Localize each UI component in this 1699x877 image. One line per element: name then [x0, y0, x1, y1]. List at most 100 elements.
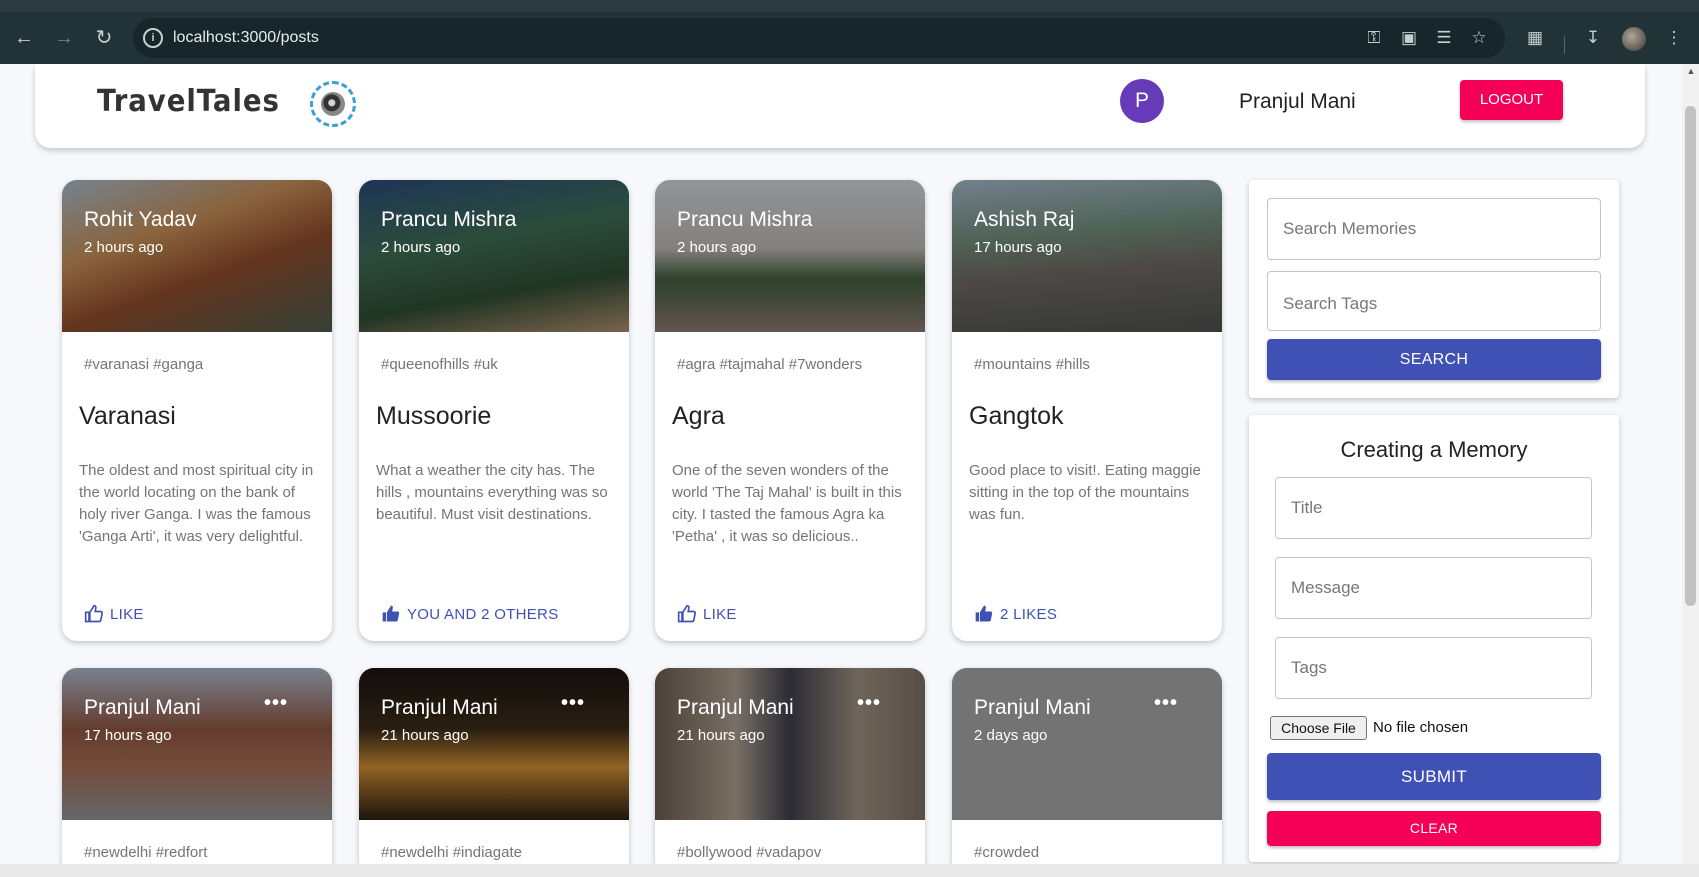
post-tags: #newdelhi #indiagate — [381, 844, 522, 861]
post-message: Good place to visit!. Eating maggie sitt… — [969, 462, 1201, 523]
tags-placeholder: Tags — [1291, 658, 1327, 677]
username: Pranjul Mani — [1239, 90, 1356, 113]
like-label: YOU AND 2 OTHERS — [407, 605, 559, 623]
post-author: Pranjul Mani — [381, 696, 498, 719]
logout-button[interactable]: LOGOUT — [1460, 80, 1563, 120]
post-title: Varanasi — [79, 402, 176, 430]
forward-icon[interactable]: → — [50, 24, 78, 52]
post-author: Prancu Mishra — [677, 208, 813, 231]
like-label: LIKE — [110, 605, 144, 623]
post-time: 2 hours ago — [84, 239, 164, 256]
window-bottom-strip — [0, 864, 1699, 877]
search-panel: Search Memories Search Tags SEARCH — [1249, 180, 1619, 398]
more-options-icon[interactable]: ••• — [857, 692, 881, 715]
post-card: Prancu Mishra 2 hours ago #agra #tajmaha… — [655, 180, 925, 641]
title-placeholder: Title — [1291, 498, 1323, 517]
tags-input[interactable]: Tags — [1275, 637, 1592, 699]
search-button[interactable]: SEARCH — [1267, 339, 1601, 380]
post-message: What a weather the city has. The hills ,… — [376, 462, 608, 523]
post-tags: #bollywood #vadapov — [677, 844, 822, 861]
like-label: LIKE — [703, 605, 737, 623]
post-author: Rohit Yadav — [84, 208, 197, 231]
post-author: Pranjul Mani — [677, 696, 794, 719]
search-tags-input[interactable]: Search Tags — [1267, 271, 1601, 331]
post-time: 21 hours ago — [381, 727, 469, 744]
toolbar-divider — [1564, 36, 1565, 54]
search-memories-input[interactable]: Search Memories — [1267, 198, 1601, 260]
post-time: 21 hours ago — [677, 727, 765, 744]
post-card: Pranjul Mani 17 hours ago ••• #newdelhi … — [62, 668, 332, 877]
form-heading: Creating a Memory — [1340, 437, 1528, 462]
message-placeholder: Message — [1291, 578, 1360, 597]
avatar: P — [1120, 79, 1164, 123]
post-tags: #crowded — [974, 844, 1040, 861]
post-tags: #varanasi #ganga — [84, 356, 204, 373]
like-button[interactable]: LIKE — [84, 604, 144, 624]
search-tags-placeholder: Search Tags — [1283, 294, 1378, 313]
address-bar[interactable]: i localhost:3000/posts — [133, 18, 1505, 58]
title-input[interactable]: Title — [1275, 477, 1592, 539]
more-options-icon[interactable]: ••• — [561, 692, 585, 715]
thumb-up-icon — [382, 605, 400, 622]
back-icon[interactable]: ← — [10, 24, 38, 52]
more-options-icon[interactable]: ••• — [264, 692, 288, 715]
like-button[interactable]: LIKE — [677, 604, 737, 624]
window-top-strip — [0, 0, 1699, 12]
key-icon[interactable]: ⚿ — [1361, 24, 1387, 52]
browser-toolbar: ← → ↻ i localhost:3000/posts ⚿ ▣ ☰ ☆ ▦ ↧… — [0, 12, 1699, 64]
like-label: 2 LIKES — [1000, 605, 1058, 623]
post-author: Pranjul Mani — [84, 696, 201, 719]
post-time: 2 days ago — [974, 727, 1048, 744]
profile-icon[interactable] — [1622, 27, 1646, 51]
post-time: 2 hours ago — [677, 239, 757, 256]
post-card: Pranjul Mani 21 hours ago ••• #bollywood… — [655, 668, 925, 877]
post-tags: #mountains #hills — [974, 356, 1090, 373]
like-button[interactable]: 2 LIKES — [974, 604, 1057, 624]
post-message: The oldest and most spiritual city in th… — [79, 462, 314, 545]
scroll-up-arrow-icon[interactable]: ▲ — [1684, 66, 1698, 80]
post-card: Pranjul Mani 21 hours ago ••• #newdelhi … — [359, 668, 629, 877]
star-icon[interactable]: ☆ — [1466, 24, 1492, 52]
post-title: Agra — [672, 402, 725, 430]
post-author: Prancu Mishra — [381, 208, 517, 231]
extensions-icon[interactable]: ▦ — [1522, 24, 1548, 52]
post-title: Gangtok — [969, 402, 1064, 430]
site-info-icon[interactable]: i — [143, 28, 163, 48]
create-memory-form: Creating a Memory Title Message Tags Cho… — [1249, 415, 1619, 862]
choose-file-button[interactable]: Choose File — [1270, 716, 1367, 740]
post-card: Ashish Raj 17 hours ago #mountains #hill… — [952, 180, 1222, 641]
camera-lens-icon — [310, 81, 356, 127]
message-input[interactable]: Message — [1275, 557, 1592, 619]
translate-icon[interactable]: ☰ — [1431, 24, 1457, 52]
post-message: One of the seven wonders of the world 'T… — [672, 462, 902, 545]
post-author: Pranjul Mani — [974, 696, 1091, 719]
scrollbar-thumb[interactable] — [1685, 106, 1696, 606]
post-tags: #agra #tajmahal #7wonders — [677, 356, 863, 373]
post-title: Mussoorie — [376, 402, 492, 430]
post-card: Pranjul Mani 2 days ago ••• #crowded — [952, 668, 1222, 877]
post-time: 17 hours ago — [974, 239, 1062, 256]
submit-button[interactable]: SUBMIT — [1267, 753, 1601, 800]
post-tags: #newdelhi #redfort — [84, 844, 208, 861]
brand-title[interactable]: TravelTales — [97, 84, 280, 119]
app-header: TravelTales P Pranjul Mani LOGOUT — [35, 64, 1645, 148]
post-time: 17 hours ago — [84, 727, 172, 744]
file-status: No file chosen — [1373, 719, 1469, 736]
menu-icon[interactable]: ⋮ — [1661, 24, 1687, 52]
post-author: Ashish Raj — [974, 208, 1075, 231]
thumb-up-icon — [975, 605, 993, 622]
search-memories-placeholder: Search Memories — [1283, 219, 1417, 238]
more-options-icon[interactable]: ••• — [1154, 692, 1178, 715]
post-card: Rohit Yadav 2 hours ago #varanasi #ganga… — [62, 180, 332, 641]
clear-button[interactable]: CLEAR — [1267, 811, 1601, 846]
url-text[interactable]: localhost:3000/posts — [173, 29, 319, 47]
post-card: Prancu Mishra 2 hours ago #queenofhills … — [359, 180, 629, 641]
install-icon[interactable]: ▣ — [1396, 24, 1422, 52]
post-tags: #queenofhills #uk — [381, 356, 498, 373]
reload-icon[interactable]: ↻ — [90, 24, 118, 52]
thumb-up-outline-icon — [677, 604, 697, 623]
like-button[interactable]: YOU AND 2 OTHERS — [381, 604, 559, 624]
post-time: 2 hours ago — [381, 239, 461, 256]
thumb-up-outline-icon — [84, 604, 104, 623]
download-icon[interactable]: ↧ — [1580, 24, 1606, 52]
